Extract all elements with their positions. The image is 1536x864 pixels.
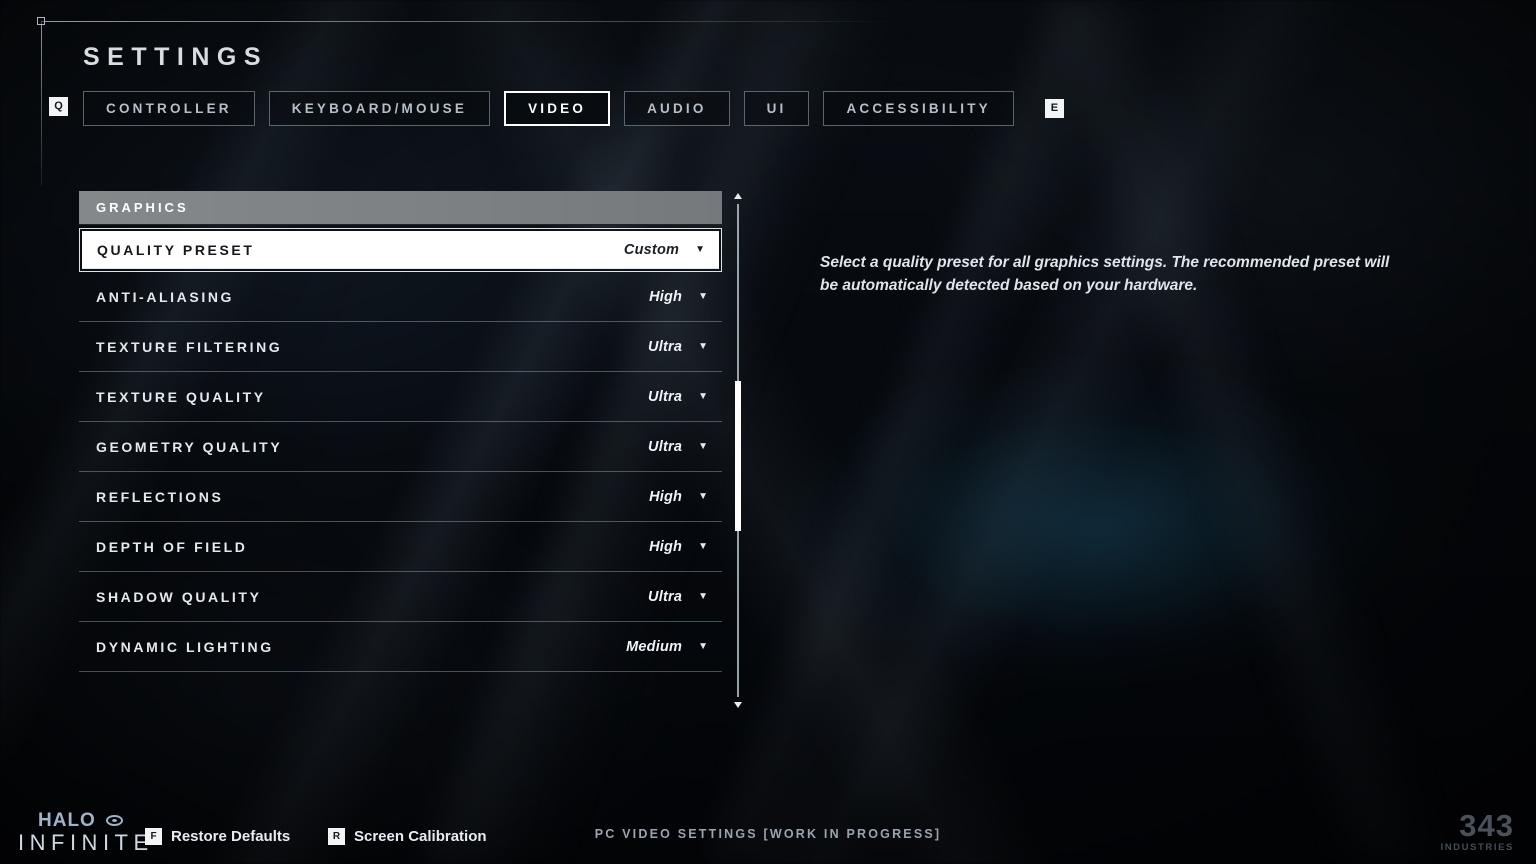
setting-control[interactable]: Ultra ▼	[648, 339, 708, 355]
setting-value: Medium	[626, 638, 683, 655]
setting-control[interactable]: Medium ▼	[626, 639, 708, 655]
setting-row-dynamic-lighting[interactable]: DYNAMIC LIGHTING Medium ▼	[79, 622, 722, 672]
screen-calibration-action[interactable]: R Screen Calibration	[328, 828, 487, 845]
studio-logo: 343 INDUSTRIES	[1440, 810, 1514, 853]
setting-value: Ultra	[648, 388, 683, 405]
setting-value: Ultra	[648, 438, 683, 455]
next-tab-key-badge[interactable]: E	[1044, 99, 1064, 118]
halo-wordmark: HALO	[38, 810, 96, 831]
settings-list-panel: GRAPHICS QUALITY PRESET Custom ▼ ANTI-AL…	[79, 191, 722, 672]
tab-accessibility[interactable]: ACCESSIBILITY	[823, 91, 1014, 126]
tab-keyboard-mouse[interactable]: KEYBOARD/MOUSE	[268, 91, 491, 126]
chevron-down-icon[interactable]: ▼	[698, 641, 708, 652]
setting-label: SHADOW QUALITY	[96, 588, 262, 605]
prev-tab-key-badge[interactable]: Q	[49, 97, 68, 116]
settings-screen: SETTINGS Q CONTROLLER KEYBOARD/MOUSE VID…	[0, 0, 1536, 864]
chevron-down-icon[interactable]: ▼	[698, 391, 708, 402]
halo-ring-icon	[106, 815, 123, 826]
chevron-down-icon[interactable]: ▼	[698, 341, 708, 352]
setting-label: GEOMETRY QUALITY	[96, 438, 283, 455]
setting-value: Ultra	[648, 588, 683, 605]
frame-vertical-line	[41, 21, 42, 186]
section-header-graphics: GRAPHICS	[79, 191, 722, 225]
setting-label: TEXTURE FILTERING	[96, 338, 283, 355]
quality-preset-row-frame: QUALITY PRESET Custom ▼	[79, 228, 722, 272]
chevron-down-icon[interactable]: ▼	[698, 541, 708, 552]
infinite-wordmark: INFINITE	[18, 830, 154, 855]
setting-row-shadow-quality[interactable]: SHADOW QUALITY Ultra ▼	[79, 572, 722, 622]
footer-status-note: PC VIDEO SETTINGS [WORK IN PROGRESS]	[594, 827, 942, 841]
page-title: SETTINGS	[83, 43, 269, 71]
chevron-down-icon[interactable]: ▼	[698, 441, 708, 452]
setting-row-texture-filtering[interactable]: TEXTURE FILTERING Ultra ▼	[79, 322, 722, 372]
setting-value: Custom	[623, 241, 680, 258]
restore-defaults-action[interactable]: F Restore Defaults	[145, 828, 290, 845]
setting-control[interactable]: Ultra ▼	[648, 439, 708, 455]
tab-controller[interactable]: CONTROLLER	[83, 91, 255, 126]
setting-row-geometry-quality[interactable]: GEOMETRY QUALITY Ultra ▼	[79, 422, 722, 472]
setting-row-quality-preset[interactable]: QUALITY PRESET Custom ▼	[82, 231, 719, 269]
setting-label: TEXTURE QUALITY	[96, 388, 266, 405]
settings-scrollbar[interactable]	[733, 193, 743, 708]
setting-row-depth-of-field[interactable]: DEPTH OF FIELD High ▼	[79, 522, 722, 572]
setting-row-texture-quality[interactable]: TEXTURE QUALITY Ultra ▼	[79, 372, 722, 422]
screen-calibration-label: Screen Calibration	[354, 828, 487, 845]
screen-calibration-key-badge[interactable]: R	[328, 828, 345, 845]
setting-control[interactable]: High ▼	[649, 289, 708, 305]
studio-subtitle: INDUSTRIES	[1440, 841, 1514, 853]
chevron-down-icon[interactable]: ▼	[698, 591, 708, 602]
setting-value: High	[649, 538, 683, 555]
setting-control[interactable]: Ultra ▼	[648, 589, 708, 605]
footer-bar: HALO INFINITE F Restore Defaults R Scree…	[0, 800, 1536, 864]
setting-value: High	[649, 488, 683, 505]
studio-number: 343	[1459, 807, 1514, 843]
setting-label: ANTI-ALIASING	[96, 288, 235, 305]
setting-row-reflections[interactable]: REFLECTIONS High ▼	[79, 472, 722, 522]
setting-label: DYNAMIC LIGHTING	[96, 638, 274, 655]
setting-description: Select a quality preset for all graphics…	[820, 254, 1390, 294]
scrollbar-thumb[interactable]	[735, 381, 741, 531]
setting-value: Ultra	[648, 338, 683, 355]
setting-control[interactable]: Custom ▼	[624, 242, 705, 258]
restore-defaults-key-badge[interactable]: F	[145, 828, 162, 845]
chevron-down-icon[interactable]: ▼	[695, 244, 705, 255]
setting-row-anti-aliasing[interactable]: ANTI-ALIASING High ▼	[79, 272, 722, 322]
scroll-up-arrow-icon[interactable]	[734, 193, 742, 199]
tab-video[interactable]: VIDEO	[504, 91, 611, 126]
setting-control[interactable]: Ultra ▼	[648, 389, 708, 405]
setting-control[interactable]: High ▼	[649, 489, 708, 505]
setting-label: DEPTH OF FIELD	[96, 538, 248, 555]
setting-label: QUALITY PRESET	[97, 241, 255, 258]
tab-ui[interactable]: UI	[743, 91, 810, 126]
chevron-down-icon[interactable]: ▼	[698, 491, 708, 502]
settings-tab-bar: Q CONTROLLER KEYBOARD/MOUSE VIDEO AUDIO …	[49, 91, 1064, 126]
setting-value: High	[649, 288, 683, 305]
frame-corner-node	[37, 17, 45, 25]
frame-horizontal-line	[41, 21, 896, 22]
scroll-down-arrow-icon[interactable]	[734, 702, 742, 708]
setting-control[interactable]: High ▼	[649, 539, 708, 555]
restore-defaults-label: Restore Defaults	[171, 828, 291, 845]
tab-audio[interactable]: AUDIO	[624, 91, 730, 126]
chevron-down-icon[interactable]: ▼	[698, 291, 708, 302]
setting-label: REFLECTIONS	[96, 488, 224, 505]
